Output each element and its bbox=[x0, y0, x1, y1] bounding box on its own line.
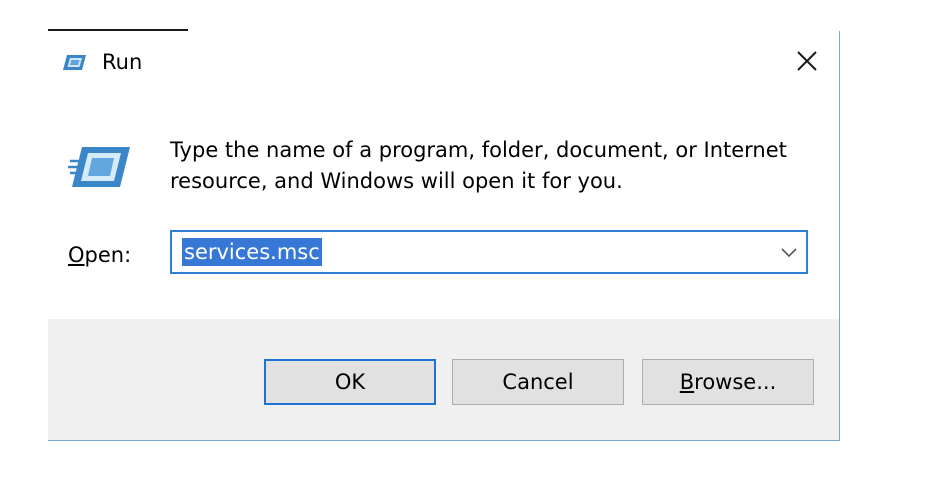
title-bar[interactable]: Run bbox=[48, 31, 839, 93]
window-title: Run bbox=[102, 50, 143, 74]
open-label-text: pen: bbox=[84, 243, 132, 267]
close-button[interactable] bbox=[784, 41, 830, 81]
run-dialog: Run Type the name of a program, folder, … bbox=[48, 31, 840, 441]
close-icon bbox=[797, 51, 817, 71]
open-input[interactable]: services.msc bbox=[182, 238, 322, 266]
browse-button[interactable]: Browse... bbox=[642, 359, 814, 405]
dropdown-button[interactable] bbox=[780, 244, 798, 258]
screen: Run Type the name of a program, folder, … bbox=[0, 0, 948, 502]
open-combobox[interactable]: services.msc bbox=[170, 230, 808, 274]
run-large-icon bbox=[68, 143, 132, 191]
open-label-mnemonic: O bbox=[68, 243, 85, 267]
chevron-down-icon bbox=[781, 248, 797, 258]
browse-mnemonic: B bbox=[679, 370, 695, 394]
ok-button[interactable]: OK bbox=[264, 359, 436, 405]
button-bar: OK Cancel Browse... bbox=[48, 319, 839, 440]
cancel-button[interactable]: Cancel bbox=[452, 359, 624, 405]
dialog-body: Type the name of a program, folder, docu… bbox=[48, 93, 839, 319]
browse-label: rowse... bbox=[694, 370, 777, 394]
run-icon bbox=[62, 53, 88, 73]
dialog-description: Type the name of a program, folder, docu… bbox=[170, 138, 787, 193]
open-label: Open: bbox=[68, 241, 131, 269]
